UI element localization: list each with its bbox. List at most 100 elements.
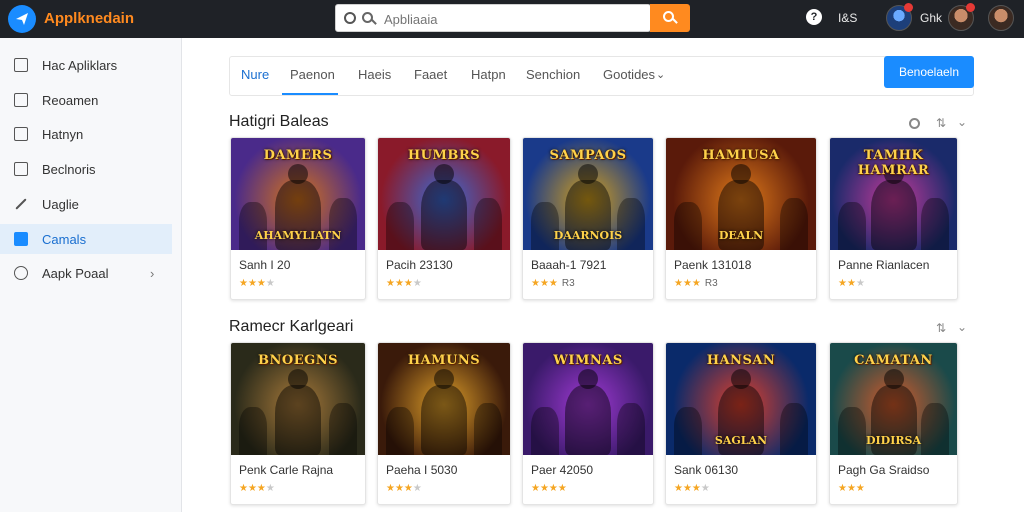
character-silhouette bbox=[780, 198, 808, 250]
sidebar-item-3[interactable]: Beclnoris bbox=[0, 154, 172, 184]
profile-avatar[interactable] bbox=[988, 5, 1014, 31]
sort-icon[interactable]: ⇅ bbox=[936, 321, 946, 335]
hero-silhouette bbox=[275, 369, 321, 455]
game-logo-text: WIMNAS bbox=[553, 353, 623, 368]
tab-5[interactable]: Senchion bbox=[526, 67, 580, 82]
tab-3[interactable]: Faaet bbox=[414, 67, 447, 82]
section-title: Ramecr Karlgeari bbox=[229, 318, 354, 335]
game-logo-text: HUMBRS bbox=[407, 148, 481, 163]
game-card[interactable]: CAMATAN DIDIRSA Pagh Ga Sraidso ★★★ bbox=[829, 342, 958, 505]
sidebar-item-6[interactable]: Aapk Poaal › bbox=[0, 258, 172, 288]
tab-0[interactable]: Nure bbox=[241, 67, 269, 82]
sidebar-item-label: Hatnyn bbox=[42, 126, 84, 142]
game-card[interactable]: DAMERS AHAMYLIATN Sanh I 20 ★★★★ bbox=[230, 137, 366, 300]
search-input[interactable] bbox=[384, 10, 634, 28]
help-icon[interactable]: ? bbox=[806, 9, 822, 25]
character-silhouette bbox=[386, 407, 414, 455]
game-thumbnail[interactable]: CAMATAN DIDIRSA bbox=[830, 343, 957, 455]
game-card[interactable]: WIMNAS Paer 42050 ★★★★ bbox=[522, 342, 654, 505]
game-card[interactable]: SAMPAOS DAARNOIS Baaah-1 7921 ★★★ R3 bbox=[522, 137, 654, 300]
game-card[interactable]: BNOEGNS Penk Carle Rajna ★★★★ bbox=[230, 342, 366, 505]
character-silhouette bbox=[239, 202, 267, 250]
character-silhouette bbox=[674, 202, 702, 250]
game-title[interactable]: Baaah-1 7921 bbox=[531, 258, 606, 272]
game-logo-text: TAMHK HAMRAR bbox=[857, 148, 930, 178]
character-silhouette bbox=[239, 407, 267, 455]
tab-1[interactable]: Paenon bbox=[290, 67, 335, 82]
game-title[interactable]: Sank 06130 bbox=[674, 463, 738, 477]
tab-2[interactable]: Haeis bbox=[358, 67, 391, 82]
character-silhouette bbox=[386, 202, 414, 250]
game-title[interactable]: Panne Rianlacen bbox=[838, 258, 929, 272]
game-subtitle-text: DIDIRSA bbox=[866, 434, 921, 447]
search-icon bbox=[663, 11, 674, 22]
game-card[interactable]: HUMBRS Pacih 23130 ★★★★ bbox=[377, 137, 511, 300]
sort-icon[interactable]: ⇅ bbox=[936, 116, 946, 130]
tab-6[interactable]: Gootides bbox=[603, 67, 655, 82]
top-bar: Applknedain ? I&S Ghk bbox=[0, 0, 1024, 38]
app-logo-icon[interactable] bbox=[8, 5, 36, 33]
game-card[interactable]: HAMUNS Paeha I 5030 ★★★★ bbox=[377, 342, 511, 505]
chevron-down-icon[interactable]: ⌄ bbox=[957, 115, 967, 129]
sidebar-item-0[interactable]: Hac Apliklars bbox=[0, 50, 172, 80]
sidebar-item-label: Camals bbox=[42, 231, 87, 247]
game-subtitle-text: DEALN bbox=[718, 229, 764, 242]
primary-action-button[interactable]: Benoelaeln bbox=[884, 56, 974, 88]
character-silhouette bbox=[921, 198, 949, 250]
game-title[interactable]: Paer 42050 bbox=[531, 463, 593, 477]
character-silhouette bbox=[531, 202, 559, 250]
circle-icon bbox=[14, 266, 28, 280]
chevron-right-icon[interactable]: › bbox=[150, 266, 154, 281]
star-rating: ★★★★ bbox=[239, 278, 275, 289]
sidebar-item-5[interactable]: Camals bbox=[0, 224, 172, 254]
pen-icon bbox=[15, 198, 27, 210]
game-logo-text: SAMPAOS bbox=[549, 148, 627, 163]
game-thumbnail[interactable]: SAMPAOS DAARNOIS bbox=[523, 138, 653, 250]
game-card[interactable]: TAMHK HAMRAR Panne Rianlacen ★★★ bbox=[829, 137, 958, 300]
character-silhouette bbox=[531, 407, 559, 455]
game-title[interactable]: Pagh Ga Sraidso bbox=[838, 463, 929, 477]
game-card[interactable]: HANSAN SAGLAN Sank 06130 ★★★★ bbox=[665, 342, 817, 505]
game-thumbnail[interactable]: WIMNAS bbox=[523, 343, 653, 455]
character-silhouette bbox=[329, 403, 357, 455]
sidebar-item-4[interactable]: Uaglie bbox=[0, 189, 172, 219]
character-silhouette bbox=[838, 202, 866, 250]
star-rating: ★★★★ bbox=[239, 483, 275, 494]
sidebar-item-label: Aapk Poaal bbox=[42, 265, 109, 281]
sidebar-item-label: Beclnoris bbox=[42, 161, 96, 177]
character-silhouette bbox=[474, 403, 502, 455]
chevron-down-icon[interactable]: ⌄ bbox=[957, 320, 967, 334]
game-thumbnail[interactable]: HUMBRS bbox=[378, 138, 510, 250]
game-title[interactable]: Paenk 131018 bbox=[674, 258, 751, 272]
rating-text: R3 bbox=[561, 278, 575, 289]
search-box[interactable] bbox=[335, 4, 651, 32]
tab-4[interactable]: Hatpn bbox=[471, 67, 506, 82]
game-thumbnail[interactable]: HAMIUSA DEALN bbox=[666, 138, 816, 250]
search-button[interactable] bbox=[650, 4, 690, 32]
star-rating: ★★★ R3 bbox=[531, 278, 575, 289]
game-thumbnail[interactable]: BNOEGNS bbox=[231, 343, 365, 455]
game-title[interactable]: Pacih 23130 bbox=[386, 258, 453, 272]
hero-silhouette bbox=[565, 369, 611, 455]
game-title[interactable]: Paeha I 5030 bbox=[386, 463, 457, 477]
game-thumbnail[interactable]: HANSAN SAGLAN bbox=[666, 343, 816, 455]
game-thumbnail[interactable]: TAMHK HAMRAR bbox=[830, 138, 957, 250]
search-icon[interactable] bbox=[909, 118, 920, 129]
sidebar-item-2[interactable]: Hatnyn bbox=[0, 119, 172, 149]
section-title: Hatigri Baleas bbox=[229, 113, 329, 130]
hero-silhouette bbox=[421, 369, 467, 455]
sidebar-item-1[interactable]: Reoamen bbox=[0, 85, 172, 115]
header-user-text[interactable]: Ghk bbox=[920, 11, 942, 25]
sidebar-item-label: Uaglie bbox=[42, 196, 79, 212]
character-silhouette bbox=[674, 407, 702, 455]
game-card[interactable]: HAMIUSA DEALN Paenk 131018 ★★★ R3 bbox=[665, 137, 817, 300]
game-subtitle-text: AHAMYLIATN bbox=[254, 229, 342, 242]
game-title[interactable]: Sanh I 20 bbox=[239, 258, 290, 272]
header-text[interactable]: I&S bbox=[838, 11, 857, 25]
game-title[interactable]: Penk Carle Rajna bbox=[239, 463, 333, 477]
game-thumbnail[interactable]: HAMUNS bbox=[378, 343, 510, 455]
chevron-down-icon[interactable]: ⌄ bbox=[656, 68, 665, 81]
character-silhouette bbox=[617, 198, 645, 250]
game-thumbnail[interactable]: DAMERS AHAMYLIATN bbox=[231, 138, 365, 250]
app-name[interactable]: Applknedain bbox=[44, 10, 134, 27]
